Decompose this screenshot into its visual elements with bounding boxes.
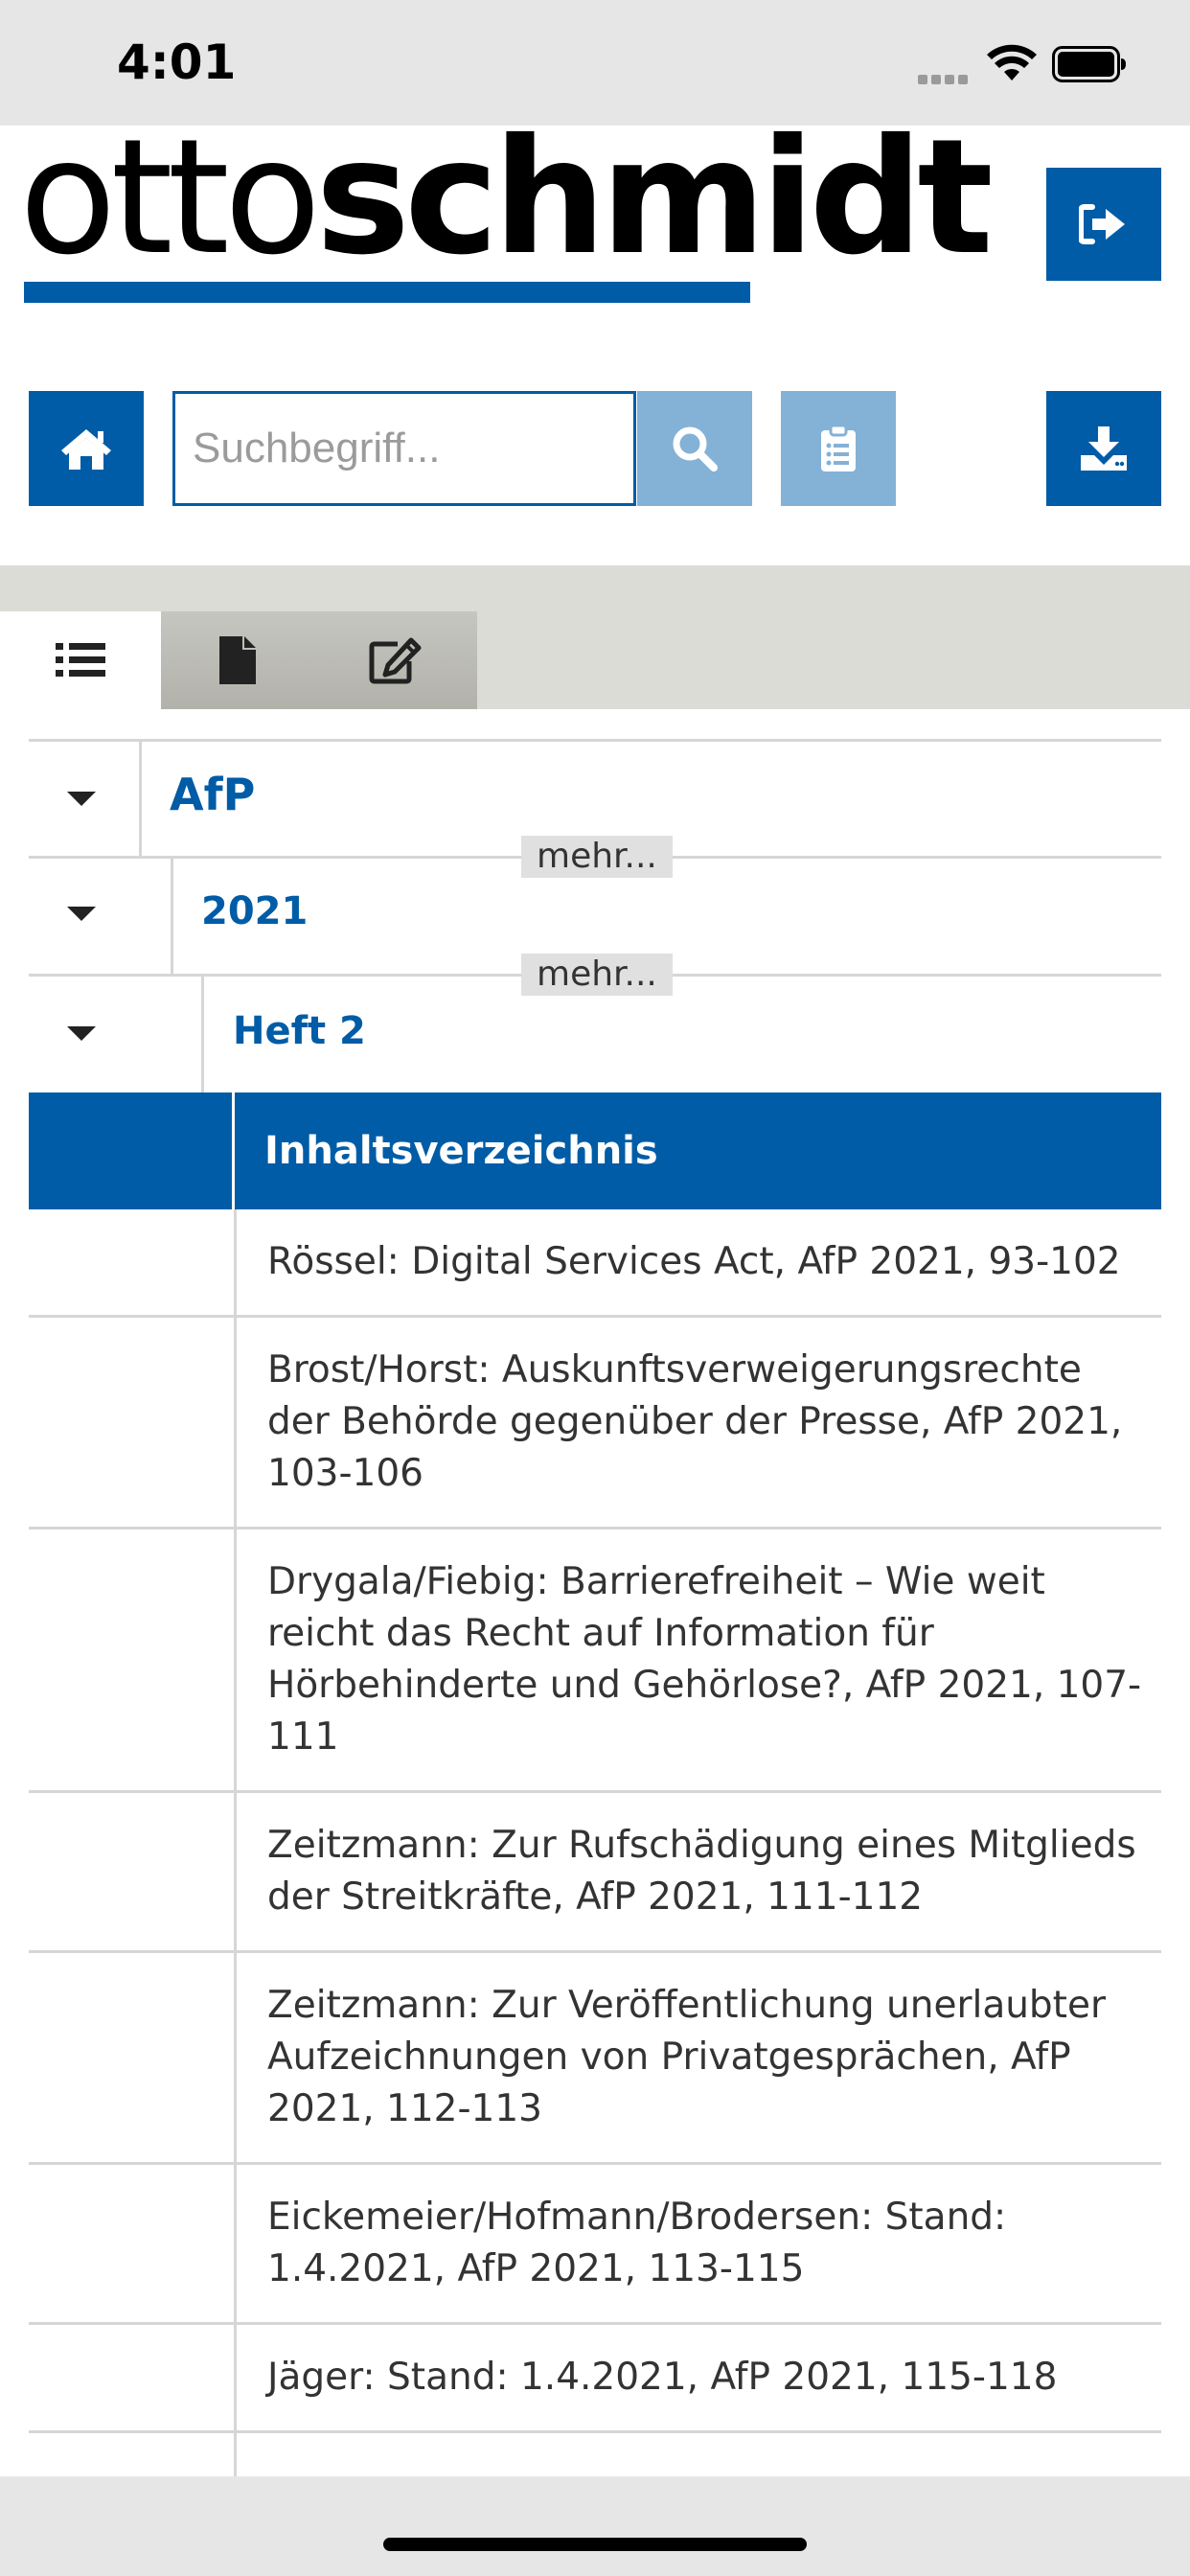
toc-entry[interactable]: Drygala/Fiebig: Barrierefreiheit – Wie w… bbox=[29, 1530, 1161, 1793]
caret-down-icon[interactable] bbox=[67, 907, 96, 921]
cellular-signal-icon bbox=[918, 72, 972, 89]
toc-entry[interactable]: Jäger: Stand: 1.4.2021, AfP 2021, 115-11… bbox=[29, 2325, 1161, 2433]
logo-text-light: otto bbox=[19, 105, 321, 290]
toc-entry-link[interactable]: Eickemeier/Hofmann/Brodersen: Stand: 1.4… bbox=[237, 2165, 1161, 2322]
logo-underline bbox=[24, 282, 750, 303]
toc-entry-link[interactable]: Zeitzmann: Zur Rufschädigung eines Mitgl… bbox=[237, 1793, 1161, 1950]
toc-entry[interactable]: Eickemeier/Hofmann/Brodersen: Stand: 1.4… bbox=[29, 2165, 1161, 2325]
bottom-bar bbox=[0, 2476, 1190, 2576]
download-icon bbox=[1081, 426, 1127, 471]
toc-entry[interactable]: Rössel: Digital Services Act, AfP 2021, … bbox=[29, 1209, 1161, 1318]
home-icon bbox=[61, 429, 111, 470]
toc-entry[interactable]: Brost/Horst: Auskunftsverweigerungsrecht… bbox=[29, 1318, 1161, 1530]
battery-icon bbox=[1052, 46, 1126, 82]
home-indicator[interactable] bbox=[383, 2538, 807, 2551]
toc-entry[interactable]: Zeitzmann: Zur Rufschädigung eines Mitgl… bbox=[29, 1793, 1161, 1953]
toc-title: Inhaltsverzeichnis bbox=[264, 1129, 658, 1173]
list-icon bbox=[56, 643, 105, 677]
document-icon bbox=[219, 636, 256, 684]
toc-entry-link[interactable]: Drygala/Fiebig: Barrierefreiheit – Wie w… bbox=[237, 1530, 1161, 1790]
toc-entry-link[interactable]: Rössel: Digital Services Act, AfP 2021, … bbox=[237, 1209, 1140, 1315]
caret-down-icon[interactable] bbox=[67, 792, 96, 806]
toc-entry[interactable]: Zeitzmann: Zur Veröffentlichung unerlaub… bbox=[29, 1953, 1161, 2165]
status-time: 4:01 bbox=[117, 34, 237, 90]
toc-entry-link[interactable]: Jäger: Stand: 1.4.2021, AfP 2021, 115-11… bbox=[237, 2325, 1076, 2430]
edit-icon bbox=[369, 637, 422, 684]
logo-text-bold: schmidt bbox=[315, 105, 993, 290]
home-button[interactable] bbox=[29, 391, 144, 506]
toc-header: Inhaltsverzeichnis bbox=[29, 1092, 1161, 1209]
tab-notes[interactable] bbox=[316, 611, 477, 709]
tab-document[interactable] bbox=[161, 611, 314, 709]
toc-entry-link[interactable]: Brost/Horst: Auskunftsverweigerungsrecht… bbox=[237, 1318, 1161, 1527]
toc-list: Rössel: Digital Services Act, AfP 2021, … bbox=[29, 1209, 1161, 2548]
toc-entry-link[interactable]: Zeitzmann: Zur Veröffentlichung unerlaub… bbox=[237, 1953, 1161, 2162]
tree-label-heft-2[interactable]: Heft 2 bbox=[233, 1009, 366, 1053]
tree-node-heft-2[interactable]: Heft 2 bbox=[29, 977, 1161, 1092]
search-button[interactable] bbox=[637, 391, 752, 506]
sign-out-icon bbox=[1079, 204, 1125, 244]
wifi-icon bbox=[987, 44, 1037, 80]
tab-strip bbox=[0, 565, 1190, 709]
otto-schmidt-logo: ottoschmidt bbox=[19, 119, 994, 309]
search-input[interactable] bbox=[172, 391, 636, 506]
search-icon bbox=[673, 426, 718, 472]
clipboard-button[interactable] bbox=[781, 391, 896, 506]
tree-label-afp[interactable]: AfP bbox=[170, 769, 255, 820]
clipboard-list-icon bbox=[821, 425, 856, 472]
caret-down-icon[interactable] bbox=[67, 1026, 96, 1041]
download-button[interactable] bbox=[1046, 391, 1161, 506]
tree-label-2021[interactable]: 2021 bbox=[201, 889, 308, 933]
tab-toc[interactable] bbox=[0, 611, 161, 709]
logout-button[interactable] bbox=[1046, 168, 1161, 281]
